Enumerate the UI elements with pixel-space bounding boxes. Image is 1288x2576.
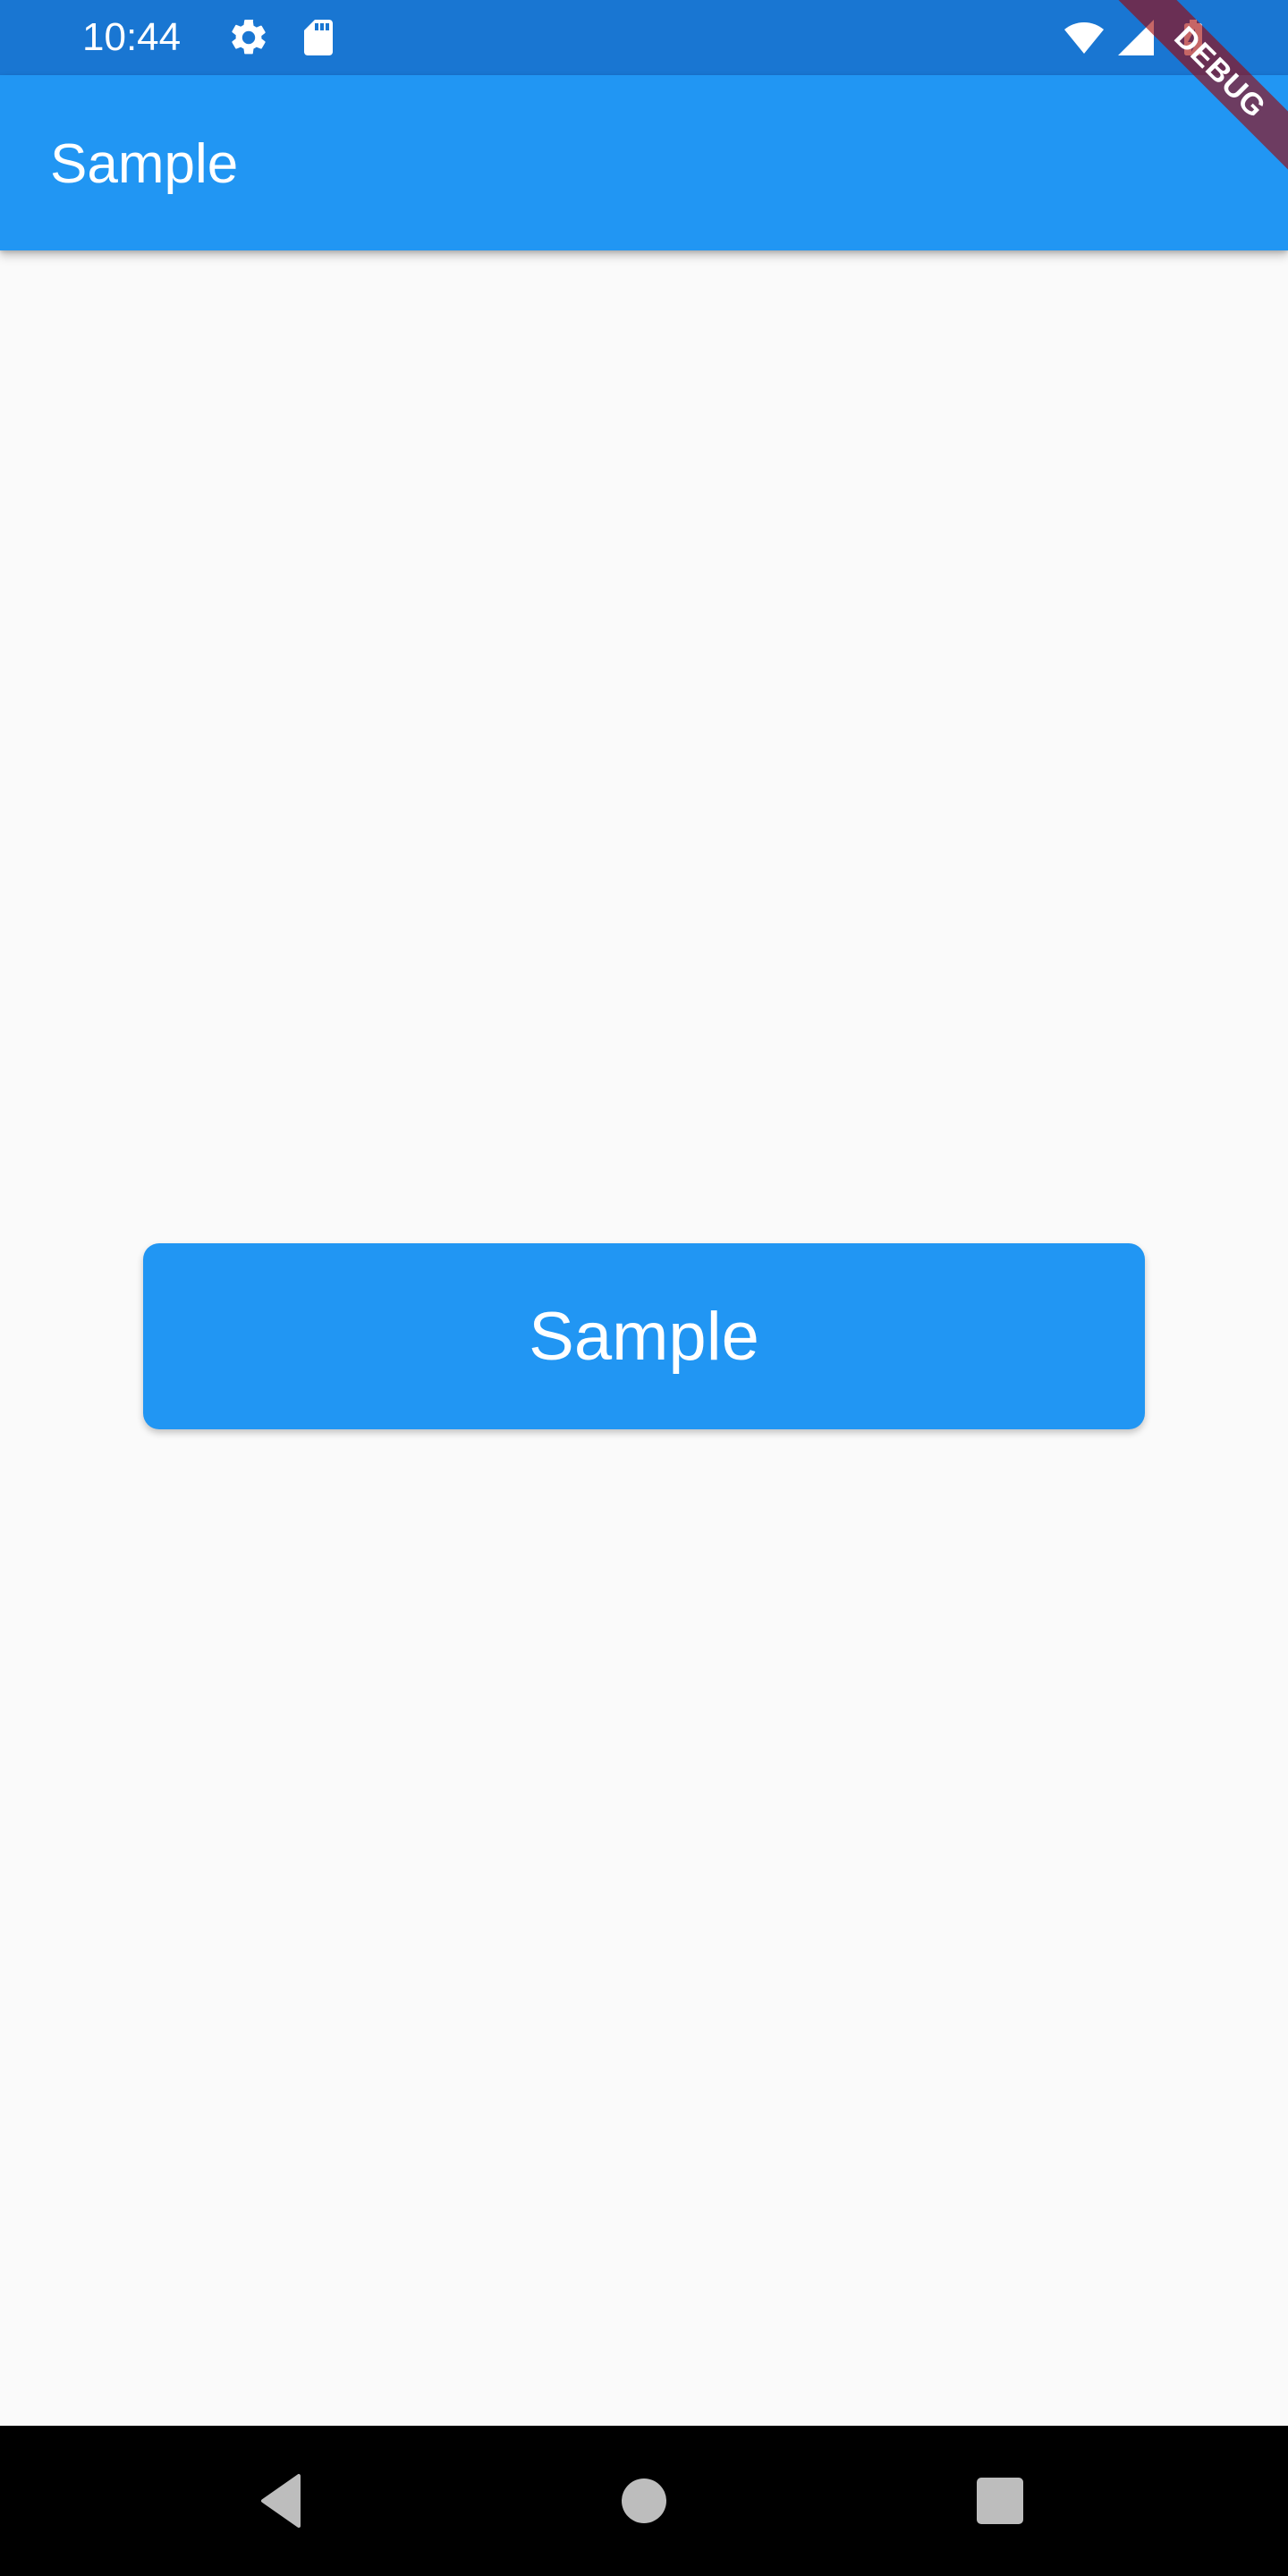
app-bar: Sample [0,75,1288,250]
status-bar: 10:44 [0,0,1288,75]
battery-icon [1172,16,1215,59]
gear-icon [227,16,270,59]
navigation-bar [0,2426,1288,2576]
home-icon[interactable] [608,2465,680,2537]
main-content: Sample [0,250,1288,2426]
sd-card-icon [297,16,340,59]
back-icon[interactable] [249,2465,320,2537]
signal-icon [1114,16,1157,59]
recents-icon[interactable] [964,2465,1036,2537]
app-bar-title: Sample [50,133,239,195]
wifi-icon [1063,16,1106,59]
sample-button[interactable]: Sample [143,1243,1145,1429]
status-time: 10:44 [82,15,182,59]
